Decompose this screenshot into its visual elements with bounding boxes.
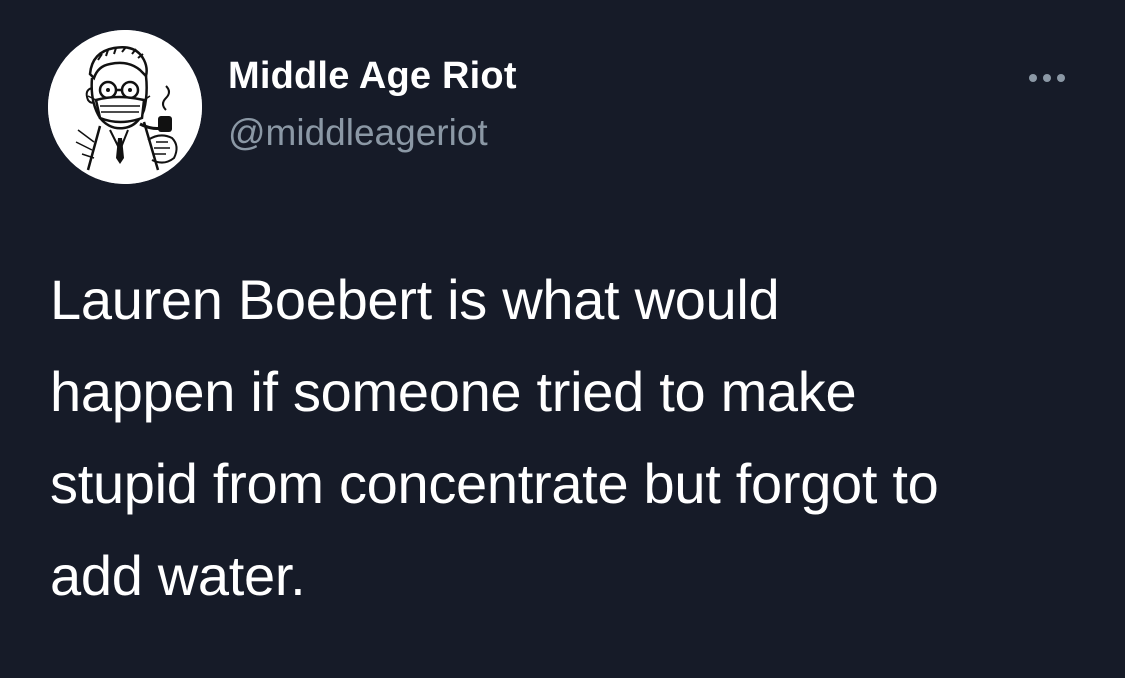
more-horizontal-icon (1057, 74, 1065, 82)
tweet-card: Middle Age Riot @middleageriot Lauren Bo… (0, 0, 1125, 678)
tweet-text-line: happen if someone tried to make (50, 360, 857, 423)
tweet-text: Lauren Boebert is what would happen if s… (50, 254, 1110, 622)
more-horizontal-icon (1043, 74, 1051, 82)
tweet-text-line: Lauren Boebert is what would (50, 268, 780, 331)
user-handle[interactable]: @middleageriot (228, 112, 488, 154)
tweet-text-line: stupid from concentrate but forgot to (50, 452, 939, 515)
tweet-text-line: add water. (50, 544, 306, 607)
man-with-mask-icon (48, 30, 202, 184)
more-options-button[interactable] (1018, 60, 1076, 96)
display-name[interactable]: Middle Age Riot (228, 55, 517, 98)
more-horizontal-icon (1029, 74, 1037, 82)
avatar[interactable] (48, 30, 202, 184)
